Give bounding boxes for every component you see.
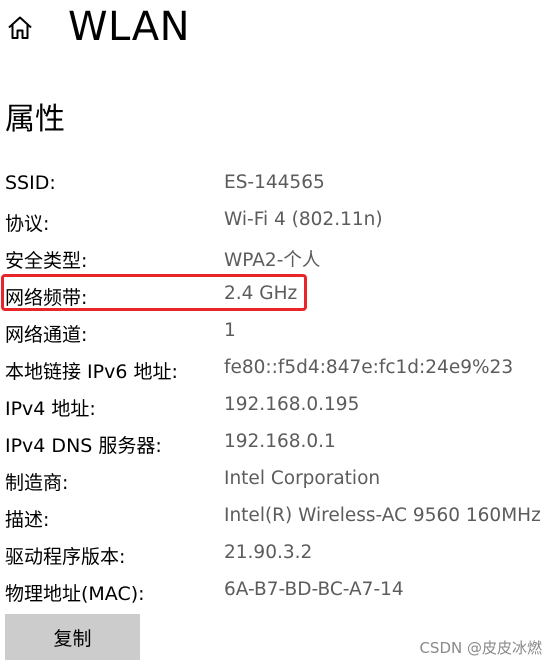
annotation-highlight-box [1, 274, 307, 311]
property-value: Intel Corporation [224, 468, 381, 489]
property-value: 192.168.0.1 [224, 431, 336, 452]
property-row-manufacturer: 制造商: Intel Corporation [0, 462, 554, 499]
property-label: 网络通道: [5, 324, 88, 346]
property-value: 1 [224, 320, 236, 341]
property-label: IPv4 DNS 服务器: [5, 435, 162, 457]
property-label: SSID: [5, 172, 56, 194]
properties-list: SSID: ES-144565 协议: Wi-Fi 4 (802.11n) 安全… [0, 166, 554, 610]
property-row-ipv4-address: IPv4 地址: 192.168.0.195 [0, 388, 554, 425]
property-label: 物理地址(MAC): [5, 583, 145, 605]
property-row-ssid: SSID: ES-144565 [0, 166, 554, 203]
property-value: Intel(R) Wireless-AC 9560 160MHz [224, 505, 541, 526]
property-value: 192.168.0.195 [224, 394, 360, 415]
property-row-description: 描述: Intel(R) Wireless-AC 9560 160MHz [0, 499, 554, 536]
property-value: 6A-B7-BD-BC-A7-14 [224, 579, 404, 600]
home-button[interactable] [4, 12, 36, 44]
property-value: 21.90.3.2 [224, 542, 313, 563]
page-title: WLAN [68, 4, 191, 50]
property-value: WPA2-个人 [224, 250, 321, 271]
property-row-protocol: 协议: Wi-Fi 4 (802.11n) [0, 203, 554, 240]
page-header: WLAN [0, 0, 554, 60]
property-row-driver-version: 驱动程序版本: 21.90.3.2 [0, 536, 554, 573]
watermark: CSDN @皮皮冰燃 [419, 639, 542, 657]
home-icon [8, 16, 32, 39]
property-label: 驱动程序版本: [5, 546, 126, 568]
copy-button[interactable]: 复制 [5, 614, 140, 660]
property-row-mac-address: 物理地址(MAC): 6A-B7-BD-BC-A7-14 [0, 573, 554, 610]
property-value: ES-144565 [224, 172, 325, 193]
property-label: 安全类型: [5, 250, 88, 272]
property-value: fe80::f5d4:847e:fc1d:24e9%23 [224, 357, 514, 378]
property-row-network-channel: 网络通道: 1 [0, 314, 554, 351]
property-label: 描述: [5, 509, 50, 531]
property-value: Wi-Fi 4 (802.11n) [224, 209, 383, 230]
property-row-ipv4-dns: IPv4 DNS 服务器: 192.168.0.1 [0, 425, 554, 462]
property-label: IPv4 地址: [5, 398, 96, 420]
property-label: 制造商: [5, 472, 69, 494]
property-label: 本地链接 IPv6 地址: [5, 361, 178, 383]
property-label: 协议: [5, 213, 50, 235]
property-row-security-type: 安全类型: WPA2-个人 [0, 240, 554, 277]
section-title: 属性 [5, 102, 65, 137]
property-row-ipv6-address: 本地链接 IPv6 地址: fe80::f5d4:847e:fc1d:24e9%… [0, 351, 554, 388]
